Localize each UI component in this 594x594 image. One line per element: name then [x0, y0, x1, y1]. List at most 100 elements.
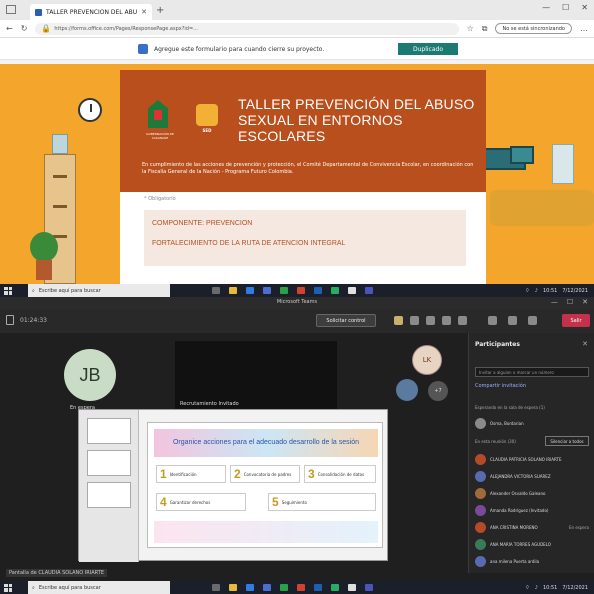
participant-row[interactable]: Amanda Rodríguez (Invitado) [475, 502, 589, 518]
url-field[interactable]: 🔒 https://forms.office.com/Pages/Respons… [35, 22, 459, 35]
tab-title: TALLER PREVENCIÓN DEL ABU [46, 8, 138, 16]
clock-time[interactable]: 10:51 [543, 288, 557, 294]
taskbar-search[interactable]: ⌕ Escribe aquí para buscar [28, 284, 170, 297]
participant-avatar-jb[interactable]: JB [64, 349, 116, 401]
minimize-icon[interactable]: — [551, 298, 558, 306]
participant-row[interactable]: Alexander Osvaldo Galeano [475, 485, 589, 501]
leave-button[interactable]: Salir [562, 314, 590, 327]
app-icon[interactable] [365, 584, 373, 591]
wifi-icon[interactable]: ⌔ [525, 585, 530, 591]
form-body: * Obligatorio COMPONENTE: PREVENCION FOR… [120, 192, 486, 284]
sync-status-button[interactable]: No se está sincronizando [495, 23, 572, 34]
slide-step: 1 Identificación [156, 465, 226, 483]
maximize-icon[interactable]: ☐ [562, 3, 569, 12]
participant-row[interactable]: ANA MARÍA TORRES AGUDELO [475, 536, 589, 552]
share-screen-icon[interactable] [528, 316, 537, 325]
info-bar: Agregue este formulario para cuando cier… [0, 38, 594, 60]
clock-illustration [78, 98, 102, 122]
participant-row[interactable]: ALEJANDRA VICTORIA SUÁREZ [475, 468, 589, 484]
shared-screen[interactable]: Organice acciones para el adecuado desar… [78, 409, 388, 562]
slide-footer [154, 521, 378, 543]
request-control-button[interactable]: Solicitar control [316, 314, 376, 327]
new-tab-icon[interactable]: + [156, 5, 164, 16]
app-icon[interactable] [365, 287, 373, 294]
slide-thumbnail[interactable] [87, 418, 131, 444]
form-description: En cumplimiento de las acciones de preve… [142, 162, 474, 175]
volume-icon[interactable]: ♪ [535, 288, 538, 294]
participant-avatar-lk[interactable]: LK [412, 345, 442, 375]
windows-start-icon[interactable] [4, 286, 12, 295]
task-view-icon[interactable] [212, 584, 220, 591]
chat-icon[interactable] [410, 316, 419, 325]
task-view-icon[interactable] [212, 287, 220, 294]
browser-tab[interactable]: TALLER PREVENCIÓN DEL ABU ✕ [30, 4, 152, 20]
file-explorer-icon[interactable] [229, 584, 237, 591]
teams-app-icon[interactable] [263, 584, 271, 591]
maximize-icon[interactable]: ☐ [567, 298, 573, 306]
close-tab-icon[interactable]: ✕ [141, 8, 147, 16]
hand-raise-icon[interactable] [394, 316, 403, 325]
collections-icon[interactable]: ⧉ [482, 24, 488, 34]
edge-icon[interactable] [246, 287, 254, 294]
powerpoint-icon[interactable] [297, 584, 305, 591]
gobernacion-logo-icon [148, 100, 168, 128]
slide-thumbnail[interactable] [87, 450, 131, 476]
whatsapp-icon[interactable] [331, 584, 339, 591]
lobby-header: Esperando en la sala de espera (1) [475, 405, 545, 410]
volume-icon[interactable]: ♪ [535, 585, 538, 591]
clock-time[interactable]: 10:51 [543, 585, 557, 591]
forms-favicon-icon [35, 8, 42, 16]
teams-app-icon[interactable] [263, 287, 271, 294]
powerpoint-icon[interactable] [297, 287, 305, 294]
more-options-icon[interactable]: … [580, 24, 588, 33]
slide-thumbnail[interactable] [87, 482, 131, 508]
participant-row[interactable]: ana milena Puerta ardila [475, 553, 589, 569]
share-invite-link[interactable]: Compartir invitación [475, 383, 526, 389]
mute-all-button[interactable]: Silenciar a todos [545, 436, 589, 446]
edge-icon[interactable] [246, 584, 254, 591]
back-icon[interactable]: ← [6, 24, 13, 33]
lobby-participant[interactable]: Osma, Bordarian [475, 415, 589, 431]
close-panel-icon[interactable]: ✕ [582, 340, 588, 348]
teams-window: Microsoft Teams — ☐ ✕ 01:24:33 Solicitar… [0, 297, 594, 594]
participant-row[interactable]: ANA CRISTINA MORENO En espera [475, 519, 589, 535]
participant-row[interactable]: CLAUDIA PATRICIA SOLANO IRIARTE [475, 451, 589, 467]
windows-start-icon[interactable] [4, 583, 12, 592]
word-icon[interactable] [314, 584, 322, 591]
participants-icon[interactable] [426, 316, 435, 325]
tab-actions-icon[interactable] [6, 5, 16, 14]
minimize-icon[interactable]: — [542, 3, 550, 12]
clock-date[interactable]: 7/12/2021 [562, 288, 588, 294]
windows-taskbar-2: ⌕ Escribe aquí para buscar ⌔ ♪ 10:51 7/1… [0, 581, 594, 594]
refresh-icon[interactable]: ↻ [21, 24, 28, 33]
close-window-icon[interactable]: ✕ [582, 298, 588, 306]
wifi-icon[interactable]: ⌔ [525, 288, 530, 294]
whatsapp-icon[interactable] [331, 287, 339, 294]
chrome-icon[interactable] [348, 584, 356, 591]
logo2-caption: SED [202, 128, 212, 133]
close-window-icon[interactable]: ✕ [581, 3, 588, 12]
teams-window-controls: — ☐ ✕ [551, 298, 588, 306]
search-icon: ⌕ [32, 584, 35, 591]
clock-date[interactable]: 7/12/2021 [562, 585, 588, 591]
chrome-icon[interactable] [348, 287, 356, 294]
content-line-2: FORTALECIMIENTO DE LA RUTA DE ATENCION I… [152, 240, 346, 247]
camera-icon[interactable] [488, 316, 497, 325]
more-participants-badge[interactable]: +7 [428, 381, 448, 401]
more-actions-icon[interactable] [458, 316, 467, 325]
taskbar-search[interactable]: ⌕ Escribe aquí para buscar [28, 581, 170, 594]
system-tray: ⌔ ♪ 10:51 7/12/2021 [525, 288, 594, 294]
word-icon[interactable] [314, 287, 322, 294]
microphone-icon[interactable] [508, 316, 517, 325]
participants-search-input[interactable]: Invitar a alguien o marcar un número [475, 367, 589, 377]
info-bar-button[interactable]: Duplicado [398, 43, 458, 55]
avatar [475, 521, 486, 533]
current-slide: Organice acciones para el adecuado desar… [147, 422, 383, 548]
favorites-icon[interactable]: ☆ [467, 24, 474, 33]
excel-icon[interactable] [280, 584, 288, 591]
file-explorer-icon[interactable] [229, 287, 237, 294]
participant-avatar-photo[interactable] [396, 379, 418, 401]
excel-icon[interactable] [280, 287, 288, 294]
url-text: https://forms.office.com/Pages/ResponseP… [54, 25, 198, 32]
reactions-icon[interactable] [442, 316, 451, 325]
